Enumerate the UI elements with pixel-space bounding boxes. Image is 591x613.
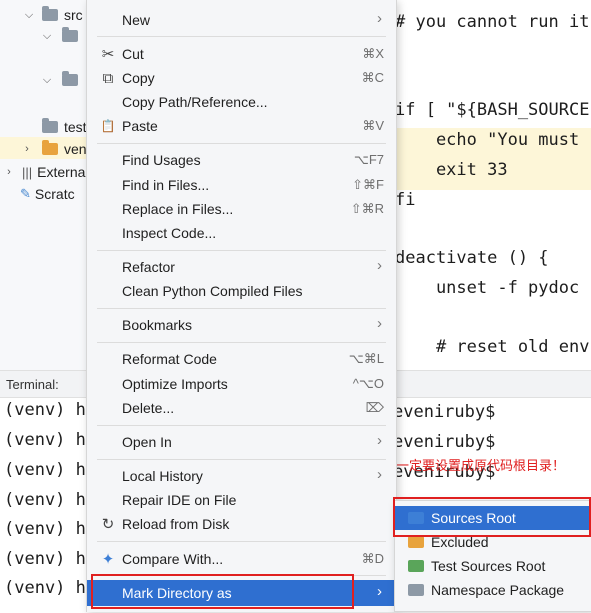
tree-item-child[interactable]: ⌵ — [40, 68, 84, 92]
menu-item-compare-with[interactable]: ✦ Compare With... ⌘D — [87, 547, 396, 571]
reload-icon: ↻ — [101, 516, 115, 533]
delete-key-icon: ⌦ — [365, 400, 384, 415]
chevron-right-icon[interactable]: › — [2, 165, 16, 179]
menu-item-repair-ide[interactable]: Repair IDE on File — [87, 488, 396, 512]
menu-item-optimize-imports[interactable]: Optimize Imports ^⌥O — [87, 372, 396, 396]
tree-item-label: ven — [64, 141, 87, 157]
menu-separator — [97, 459, 386, 460]
chevron-right-icon: › — [377, 315, 382, 332]
code-line: unset -f pydoc — [395, 278, 580, 298]
excluded-folder-icon — [408, 536, 424, 548]
terminal-prompt: (venv) h — [4, 400, 86, 420]
terminal-prompt: (venv) h — [4, 578, 86, 598]
shortcut: ⇧⌘F — [352, 177, 384, 192]
chevron-right-icon[interactable]: › — [20, 142, 34, 156]
code-line: deactivate () { — [395, 248, 549, 268]
terminal-output: eveniruby$ — [393, 432, 496, 452]
menu-separator — [97, 425, 386, 426]
shortcut: ⌘C — [361, 70, 384, 85]
menu-separator — [97, 308, 386, 309]
terminal-prompt: (venv) h — [4, 519, 86, 539]
chevron-right-icon: › — [377, 583, 382, 600]
chevron-right-icon: › — [377, 432, 382, 449]
menu-item-refactor[interactable]: Refactor › — [87, 255, 396, 279]
menu-item-new[interactable]: New › — [87, 8, 396, 32]
menu-item-open-in[interactable]: Open In › — [87, 430, 396, 454]
menu-separator — [97, 36, 386, 37]
menu-separator — [97, 143, 386, 144]
shortcut: ⌘D — [361, 551, 384, 566]
terminal-prompt: (venv) h — [4, 430, 86, 450]
menu-item-paste[interactable]: 📋 Paste ⌘V — [87, 114, 396, 138]
tree-item-label: Scratc — [34, 186, 75, 202]
code-line: exit 33 — [395, 160, 508, 180]
menu-item-reload-from-disk[interactable]: ↻ Reload from Disk — [87, 512, 396, 536]
submenu-item-namespace-package[interactable]: Namespace Package — [395, 578, 591, 602]
context-menu: New › ✂ Cut ⌘X ⧉ Copy ⌘C Copy Path/Refer… — [86, 0, 397, 612]
tree-item-external-libraries[interactable]: › ||| Externa — [2, 160, 85, 184]
annotation-box-mark-directory — [91, 574, 354, 609]
shortcut: ⌘V — [362, 118, 384, 133]
folder-icon — [42, 118, 58, 133]
folder-icon — [42, 140, 58, 155]
menu-item-cut[interactable]: ✂ Cut ⌘X — [87, 42, 396, 66]
annotation-note: 一定要设置成原代码根目录！ — [396, 459, 566, 474]
menu-item-inspect-code[interactable]: Inspect Code... — [87, 221, 396, 245]
menu-item-copy[interactable]: ⧉ Copy ⌘C — [87, 66, 396, 90]
tree-item-label: src — [64, 7, 83, 23]
menu-item-find-usages[interactable]: Find Usages ⌥F7 — [87, 148, 396, 172]
shortcut: ⌘X — [362, 46, 384, 61]
code-line: fi — [395, 190, 416, 210]
menu-item-copy-path[interactable]: Copy Path/Reference... — [87, 90, 396, 114]
compare-icon: ✦ — [101, 551, 115, 568]
menu-item-bookmarks[interactable]: Bookmarks › — [87, 313, 396, 337]
folder-icon — [62, 71, 78, 86]
menu-item-local-history[interactable]: Local History › — [87, 464, 396, 488]
scratch-icon: ✎ — [20, 186, 31, 201]
menu-separator — [97, 541, 386, 542]
menu-item-clean-python[interactable]: Clean Python Compiled Files — [87, 279, 396, 303]
menu-item-reformat-code[interactable]: Reformat Code ⌥⌘L — [87, 347, 396, 371]
code-line: echo "You must — [395, 130, 580, 150]
chevron-right-icon: › — [377, 10, 382, 27]
menu-separator — [97, 342, 386, 343]
submenu-item-test-sources-root[interactable]: Test Sources Root — [395, 554, 591, 578]
chevron-down-icon[interactable]: ⌵ — [40, 29, 54, 43]
menu-item-find-in-files[interactable]: Find in Files... ⇧⌘F — [87, 173, 396, 197]
terminal-prompt: (venv) h — [4, 549, 86, 569]
menu-separator — [97, 250, 386, 251]
tree-item-venv[interactable]: › ven — [20, 137, 87, 161]
terminal-prompt: (venv) h — [4, 460, 86, 480]
tree-item-test[interactable]: test — [42, 115, 87, 139]
clipboard-icon: 📋 — [100, 119, 116, 133]
tree-item-scratches[interactable]: ✎ Scratc — [20, 182, 75, 206]
chevron-down-icon[interactable]: ⌵ — [40, 73, 54, 87]
chevron-right-icon: › — [377, 257, 382, 274]
chevron-down-icon[interactable]: ⌵ — [22, 8, 36, 22]
code-line: # you cannot run it — [395, 12, 590, 32]
shortcut: ⇧⌘R — [350, 201, 384, 216]
shortcut: ⌥⌘L — [348, 351, 384, 366]
terminal-prompt: (venv) h — [4, 490, 86, 510]
test-sources-folder-icon — [408, 560, 424, 572]
code-line: if [ "${BASH_SOURCE — [395, 100, 590, 120]
shortcut: ⌥F7 — [353, 152, 384, 167]
menu-item-replace-in-files[interactable]: Replace in Files... ⇧⌘R — [87, 197, 396, 221]
library-icon: ||| — [22, 164, 33, 180]
copy-icon: ⧉ — [102, 69, 114, 87]
tree-item-label: test — [64, 119, 87, 135]
shortcut: ^⌥O — [352, 376, 384, 391]
menu-item-delete[interactable]: Delete... ⌦ — [87, 396, 396, 420]
folder-icon — [62, 27, 78, 42]
namespace-package-folder-icon — [408, 584, 424, 596]
terminal-tab-label[interactable]: Terminal: — [6, 377, 59, 392]
scissors-icon: ✂ — [101, 46, 115, 63]
tree-item-label: Externa — [37, 164, 86, 180]
code-line: # reset old env — [395, 337, 590, 357]
terminal-output: eveniruby$ — [393, 402, 496, 422]
tree-item-child[interactable]: ⌵ — [40, 24, 84, 48]
annotation-box-sources-root — [393, 497, 591, 537]
folder-icon — [42, 6, 58, 21]
chevron-right-icon: › — [377, 466, 382, 483]
